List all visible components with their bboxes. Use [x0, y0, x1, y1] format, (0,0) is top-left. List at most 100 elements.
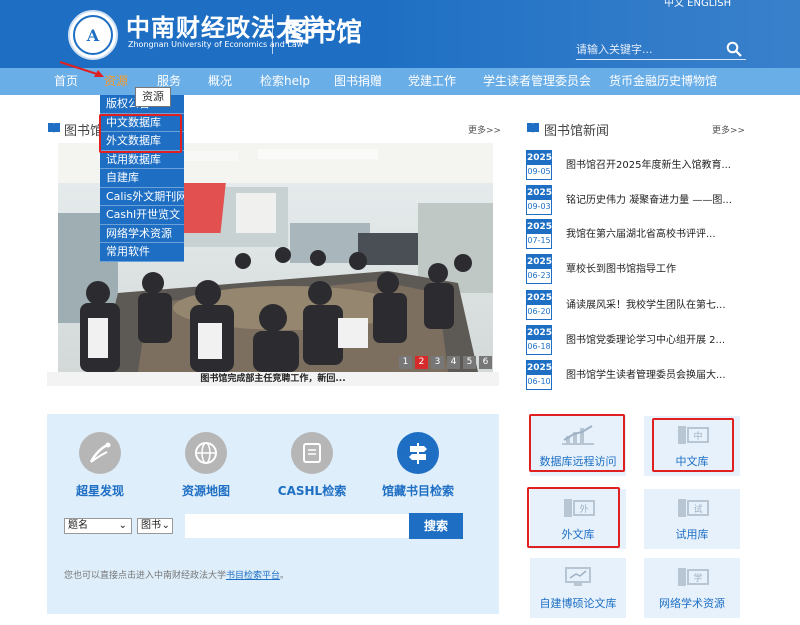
news-title[interactable]: 图书馆学生读者管理委员会换届大...	[566, 366, 726, 381]
tool-label: CASHL检索	[277, 484, 347, 498]
nav-overview[interactable]: 概况	[208, 68, 232, 95]
news-more-link[interactable]: 更多>>	[712, 123, 745, 136]
server-icon: 学	[678, 568, 709, 586]
university-name-en: Zhongnan University of Economics and Law	[128, 40, 304, 49]
tile-label: 外文库	[561, 528, 595, 541]
dropdown-item-trial-db[interactable]: 试用数据库	[100, 151, 184, 169]
tool-cashl-search[interactable]: CASHL检索	[268, 432, 356, 499]
news-item[interactable]: 2025 06-10 图书馆学生读者管理委员会换届大...	[526, 360, 746, 390]
news-date-badge: 2025 06-20	[526, 290, 552, 320]
tile-trial-db[interactable]: 试 试用库	[644, 489, 740, 549]
language-switch[interactable]: 中文 ENGLISH	[664, 0, 731, 9]
carousel-page-4[interactable]: 4	[447, 356, 460, 369]
chevron-down-icon: ⌄	[118, 520, 127, 531]
search-icon[interactable]	[726, 41, 742, 57]
dropdown-item-chinese-db[interactable]: 中文数据库	[100, 114, 184, 132]
tile-remote-access[interactable]: 数据库远程访问	[530, 416, 626, 476]
catalog-search-input[interactable]	[185, 514, 409, 538]
news-title[interactable]: 图书馆党委理论学习中心组开展 2...	[566, 331, 725, 346]
shooting-star-icon	[79, 432, 121, 474]
svg-text:试: 试	[693, 503, 702, 515]
resources-dropdown: 版权公告 中文数据库 外文数据库 试用数据库 自建库 Calis外文期刊网 Ca…	[100, 95, 184, 262]
news-item[interactable]: 2025 06-23 覃校长到图书馆指导工作	[526, 254, 746, 284]
news-item[interactable]: 2025 09-05 图书馆召开2025年度新生入馆教育...	[526, 150, 746, 180]
news-date-badge: 2025 09-03	[526, 185, 552, 215]
news-item[interactable]: 2025 06-20 诵读展风采！我校学生团队在第七...	[526, 290, 746, 320]
dropdown-item-calis[interactable]: Calis外文期刊网	[100, 188, 184, 206]
news-title[interactable]: 图书馆召开2025年度新生入馆教育...	[566, 156, 731, 171]
carousel-page-6[interactable]: 6	[479, 356, 492, 369]
annotation-arrow-icon	[59, 61, 104, 77]
news-title[interactable]: 覃校长到图书馆指导工作	[566, 260, 676, 275]
dropdown-item-self-built[interactable]: 自建库	[100, 169, 184, 188]
university-seal-logo[interactable]: A	[68, 10, 118, 60]
dropdown-item-web-resources[interactable]: 网络学术资源	[100, 225, 184, 243]
carousel-caption[interactable]: 图书馆完成部主任竞聘工作，新回...	[47, 372, 499, 386]
tool-label: 馆藏书目检索	[381, 484, 454, 498]
dropdown-item-foreign-db[interactable]: 外文数据库	[100, 132, 184, 151]
svg-text:外: 外	[579, 503, 588, 515]
search-input[interactable]	[576, 40, 716, 58]
server-icon: 中	[678, 426, 709, 444]
news-title[interactable]: 诵读展风采！我校学生团队在第七...	[566, 296, 726, 311]
tile-label: 网络学术资源	[659, 597, 725, 610]
news-item[interactable]: 2025 09-03 铭记历史伟力 凝聚奋进力量 ——图...	[526, 185, 746, 215]
tile-label: 试用库	[675, 528, 709, 541]
news-date-badge: 2025 07-15	[526, 219, 552, 249]
tile-chinese-db[interactable]: 中 中文库	[644, 416, 740, 476]
tool-catalog-search[interactable]: 馆藏书目检索	[374, 432, 462, 499]
nav-currency-museum[interactable]: 货币金融历史博物馆	[609, 68, 717, 95]
dropdown-item-cashl[interactable]: Cashl开世览文	[100, 206, 184, 225]
news-item[interactable]: 2025 06-18 图书馆党委理论学习中心组开展 2...	[526, 325, 746, 355]
server-icon: 试	[678, 499, 709, 517]
search-note: 您也可以直接点击进入中南财经政法大学书目检索平台。	[64, 571, 290, 581]
carousel-page-5[interactable]: 5	[463, 356, 476, 369]
chevron-down-icon: ⌄	[161, 520, 170, 531]
library-title[interactable]: 图书馆	[284, 12, 362, 49]
svg-text:中: 中	[693, 430, 702, 442]
news-date-badge: 2025 06-18	[526, 325, 552, 355]
news-item[interactable]: 2025 07-15 我馆在第六届湖北省高校书评评...	[526, 219, 746, 249]
globe-icon	[185, 432, 227, 474]
carousel-page-3[interactable]: 3	[431, 356, 444, 369]
tile-foreign-db[interactable]: 外 外文库	[530, 489, 626, 549]
tile-label: 数据库远程访问	[539, 455, 617, 468]
library-more-link[interactable]: 更多>>	[468, 123, 501, 136]
search-type-select[interactable]: 图书 ⌄	[137, 518, 173, 534]
catalog-search-button[interactable]: 搜索	[409, 513, 463, 539]
carousel-page-2[interactable]: 2	[415, 356, 428, 369]
nav-party-work[interactable]: 党建工作	[408, 68, 456, 95]
resources-tooltip: 资源	[135, 87, 171, 107]
news-date-badge: 2025 09-05	[526, 150, 552, 180]
tile-thesis-db[interactable]: 自建博硕论文库	[530, 558, 626, 618]
tool-resource-map[interactable]: 资源地图	[162, 432, 250, 499]
svg-text:学: 学	[693, 572, 702, 584]
tile-label: 中文库	[675, 455, 709, 468]
dropdown-item-software[interactable]: 常用软件	[100, 243, 184, 262]
library-section-title: 图书馆	[64, 124, 104, 139]
monitor-icon	[565, 567, 591, 586]
catalog-platform-link[interactable]: 书目检索平台	[226, 571, 280, 581]
site-header: A 中南财经政法大学 Zhongnan University of Econom…	[0, 0, 800, 68]
search-field-select[interactable]: 题名 ⌄	[64, 518, 132, 534]
nav-search-help[interactable]: 检索help	[260, 68, 310, 95]
main-nav: 首页 资源 服务 概况 检索help 图书捐赠 党建工作 学生读者管理委员会 货…	[0, 68, 800, 95]
news-date-badge: 2025 06-10	[526, 360, 552, 390]
tool-label: 资源地图	[181, 484, 230, 498]
server-icon: 外	[564, 499, 595, 517]
news-title[interactable]: 我馆在第六届湖北省高校书评评...	[566, 225, 716, 240]
nav-student-committee[interactable]: 学生读者管理委员会	[483, 68, 591, 95]
signpost-icon	[397, 432, 439, 474]
news-date-badge: 2025 06-23	[526, 254, 552, 284]
news-section-title: 图书馆新闻	[544, 124, 610, 139]
logo-divider	[272, 14, 273, 54]
book-icon	[48, 123, 60, 133]
carousel-page-1[interactable]: 1	[399, 356, 412, 369]
news-title[interactable]: 铭记历史伟力 凝聚奋进力量 ——图...	[566, 191, 732, 206]
nav-book-donation[interactable]: 图书捐赠	[334, 68, 382, 95]
news-book-icon	[527, 123, 539, 133]
tool-chaoxing-discovery[interactable]: 超星发现	[56, 432, 144, 499]
chart-icon	[562, 425, 594, 445]
tile-web-academic[interactable]: 学 网络学术资源	[644, 558, 740, 618]
seal-mark: A	[73, 15, 113, 55]
